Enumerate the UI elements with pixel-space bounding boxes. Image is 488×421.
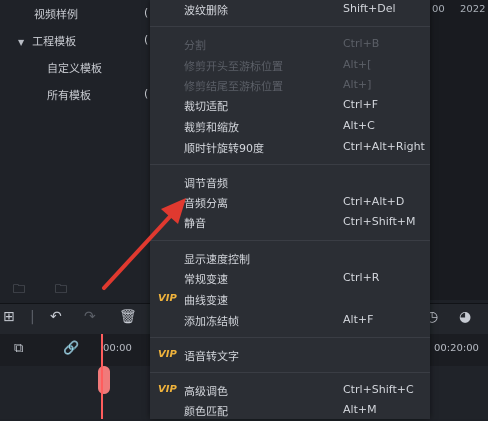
annotation-arrow-shaft: [102, 208, 178, 290]
annotation-arrow: [102, 198, 186, 290]
